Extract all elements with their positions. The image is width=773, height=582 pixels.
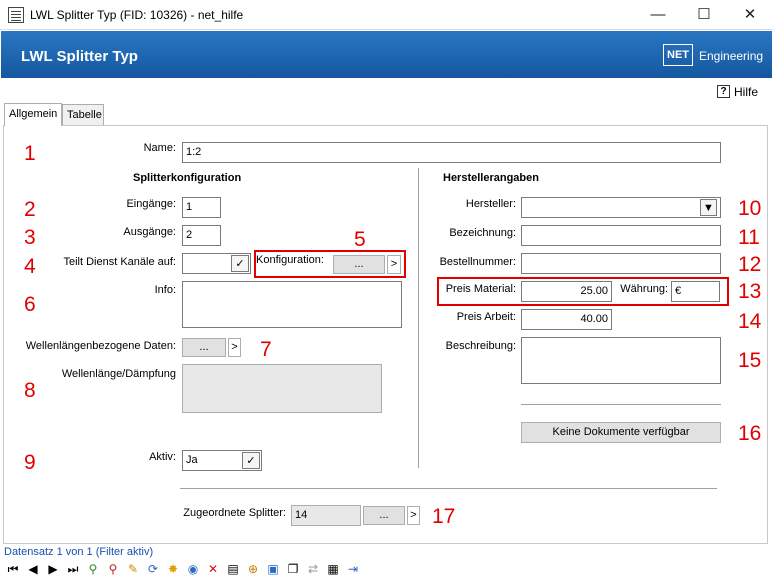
konfiguration-arrow-button[interactable]: >: [387, 255, 401, 274]
close-button[interactable]: ✕: [727, 0, 773, 30]
info-label: Info:: [154, 284, 176, 296]
record-status: Datensatz 1 von 1 (Filter aktiv): [4, 546, 154, 558]
filter-remove-icon[interactable]: ⚲: [104, 560, 122, 578]
wellen-daten-button[interactable]: ...: [182, 338, 226, 357]
exit-icon[interactable]: ⇥: [344, 560, 362, 578]
annotation-6: 6: [24, 293, 36, 316]
next-record-icon[interactable]: ▶: [44, 560, 62, 578]
chevron-down-icon[interactable]: ▼: [700, 199, 717, 216]
hersteller-select[interactable]: [521, 197, 721, 218]
eingaenge-input[interactable]: 1: [182, 197, 221, 218]
delete-icon[interactable]: ✕: [204, 560, 222, 578]
last-record-icon[interactable]: ⏭: [64, 560, 82, 578]
wellen-daempfung-list[interactable]: [182, 364, 382, 413]
tab-tabelle[interactable]: Tabelle: [62, 104, 104, 125]
app-table-icon: [8, 7, 24, 23]
select-icon[interactable]: ▣: [264, 560, 282, 578]
maximize-button[interactable]: ☐: [681, 0, 727, 30]
wellen-daten-label: Wellenlängenbezogene Daten:: [25, 340, 176, 352]
link-icon[interactable]: ⇄: [304, 560, 322, 578]
vertical-divider: [418, 168, 419, 468]
name-input[interactable]: 1:2: [182, 142, 721, 163]
tab-panel: [3, 125, 768, 544]
zugeordnete-button[interactable]: ...: [363, 506, 405, 525]
ausgaenge-input[interactable]: 2: [182, 225, 221, 246]
table-edit-icon[interactable]: ▦: [324, 560, 342, 578]
bottom-separator: [180, 488, 717, 489]
bezeichnung-input[interactable]: [521, 225, 721, 246]
annotation-4: 4: [24, 255, 36, 278]
preis-arbeit-label: Preis Arbeit:: [456, 311, 516, 323]
name-label: Name:: [143, 142, 176, 154]
annotation-8: 8: [24, 379, 36, 402]
documents-separator: [521, 404, 721, 405]
annotation-17: 17: [432, 505, 456, 528]
print-icon[interactable]: ▤: [224, 560, 242, 578]
bottom-toolbar: ⏮ ◀ ▶ ⏭ ⚲ ⚲ ✎ ⟳ ✸ ◉ ✕ ▤ ⊕ ▣ ❐ ⇄ ▦ ⇥: [4, 560, 364, 580]
globe-icon[interactable]: ◉: [184, 560, 202, 578]
konfiguration-button[interactable]: ...: [333, 255, 385, 274]
annotation-9: 9: [24, 451, 36, 474]
wellen-daempfung-label: Wellenlänge/Dämpfung: [61, 368, 176, 380]
tab-allgemein[interactable]: Allgemein: [4, 103, 62, 126]
preis-arbeit-input[interactable]: 40.00: [521, 309, 612, 330]
documents-button[interactable]: Keine Dokumente verfügbar: [521, 422, 721, 443]
manufacturer-heading: Herstellerangaben: [443, 172, 539, 184]
wellen-daten-arrow-button[interactable]: >: [228, 338, 241, 357]
annotation-16: 16: [738, 422, 762, 445]
help-icon: ?: [717, 85, 730, 98]
net-logo: NET: [663, 44, 693, 66]
annotation-12: 12: [738, 253, 762, 276]
new-star-icon[interactable]: ✸: [164, 560, 182, 578]
eingaenge-label: Eingänge:: [126, 198, 176, 210]
annotation-14: 14: [738, 310, 762, 333]
zoom-icon[interactable]: ⊕: [244, 560, 262, 578]
header-banner: LWL Splitter Typ NET Engineering: [1, 31, 772, 78]
bezeichnung-label: Bezeichnung:: [449, 227, 516, 239]
annotation-3: 3: [24, 226, 36, 249]
preis-material-label: Preis Material:: [445, 283, 516, 295]
page-title: LWL Splitter Typ: [21, 48, 138, 65]
prev-record-icon[interactable]: ◀: [24, 560, 42, 578]
title-bar: LWL Splitter Typ (FID: 10326) - net_hilf…: [0, 0, 773, 30]
annotation-5: 5: [354, 228, 366, 251]
help-label: Hilfe: [734, 85, 759, 99]
help-button[interactable]: ? Hilfe: [717, 84, 765, 100]
aktiv-check-icon[interactable]: ✓: [242, 452, 260, 469]
ausgaenge-label: Ausgänge:: [123, 226, 176, 238]
preis-material-input[interactable]: 25.00: [521, 281, 612, 302]
beschreibung-textarea[interactable]: [521, 337, 721, 384]
hersteller-label: Hersteller:: [465, 198, 516, 210]
annotation-11: 11: [738, 226, 760, 249]
bestellnummer-label: Bestellnummer:: [439, 256, 516, 268]
annotation-2: 2: [24, 198, 36, 221]
zugeordnete-label: Zugeordnete Splitter:: [183, 507, 286, 519]
refresh-icon[interactable]: ⟳: [144, 560, 162, 578]
aktiv-label: Aktiv:: [149, 451, 176, 463]
teilt-label: Teilt Dienst Kanäle auf:: [63, 256, 176, 268]
waehrung-label: Währung:: [620, 283, 668, 295]
annotation-13: 13: [738, 280, 762, 303]
copy-icon[interactable]: ❐: [284, 560, 302, 578]
annotation-10: 10: [738, 197, 762, 220]
zugeordnete-input[interactable]: 14: [291, 505, 361, 526]
edit-pencil-icon[interactable]: ✎: [124, 560, 142, 578]
annotation-1: 1: [24, 142, 36, 165]
beschreibung-label: Beschreibung:: [445, 340, 516, 352]
konfiguration-label: Konfiguration:: [256, 254, 324, 266]
annotation-7: 7: [260, 338, 272, 361]
bestellnummer-input[interactable]: [521, 253, 721, 274]
annotation-15: 15: [738, 349, 762, 372]
minimize-button[interactable]: —: [635, 0, 681, 30]
window-title: LWL Splitter Typ (FID: 10326) - net_hilf…: [30, 8, 244, 22]
splitter-config-heading: Splitterkonfiguration: [133, 172, 242, 184]
brand-name: Engineering: [699, 49, 764, 63]
waehrung-input[interactable]: €: [671, 281, 720, 302]
teilt-check-icon[interactable]: ✓: [231, 255, 249, 272]
info-textarea[interactable]: [182, 281, 402, 328]
filter-add-icon[interactable]: ⚲: [84, 560, 102, 578]
first-record-icon[interactable]: ⏮: [4, 560, 22, 578]
zugeordnete-arrow-button[interactable]: >: [407, 506, 420, 525]
